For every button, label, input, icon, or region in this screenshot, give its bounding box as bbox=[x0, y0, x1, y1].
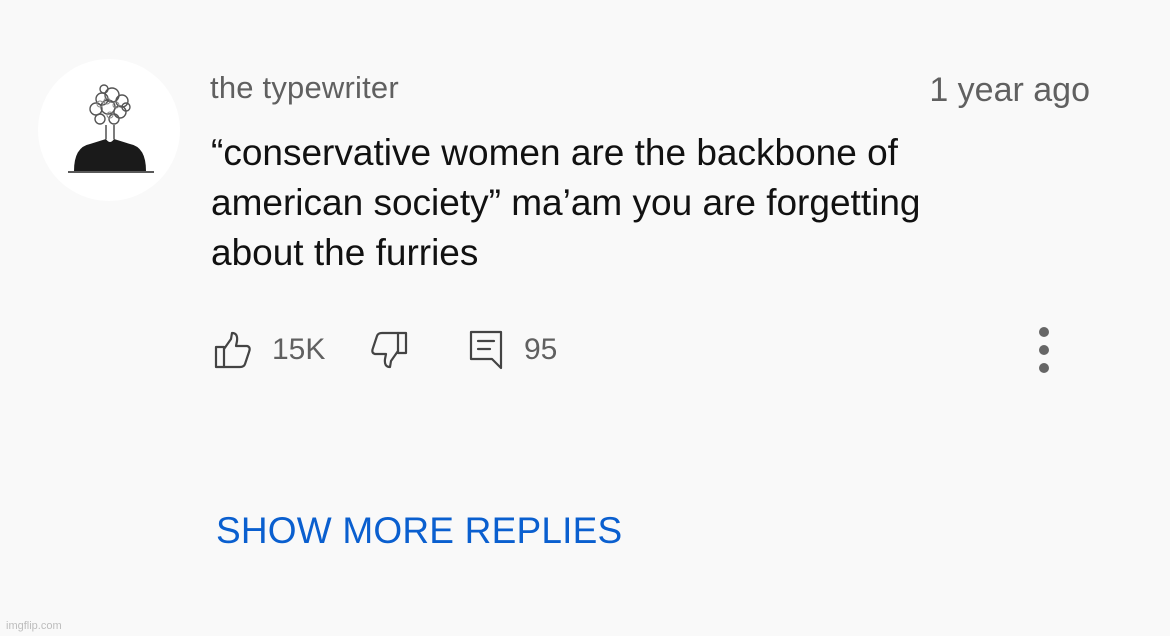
more-vertical-icon bbox=[1039, 327, 1049, 373]
dislike-button[interactable] bbox=[370, 328, 408, 372]
comment-text: “conservative women are the backbone of … bbox=[211, 128, 1071, 278]
avatar-sketch-icon bbox=[68, 84, 154, 173]
thumbs-down-icon bbox=[371, 331, 408, 369]
comment-icon bbox=[469, 330, 503, 370]
watermark: imgflip.com bbox=[6, 620, 62, 632]
reply-count: 95 bbox=[524, 333, 558, 366]
comment-text-line: “conservative women are the backbone of bbox=[211, 132, 898, 173]
comment-text-line: american society” ma’am you are forgetti… bbox=[211, 182, 921, 223]
comment-text-line: about the furries bbox=[211, 232, 479, 273]
thumbs-up-icon bbox=[214, 331, 251, 369]
comment-timestamp: 1 year ago bbox=[929, 71, 1090, 109]
more-options-button[interactable] bbox=[1028, 326, 1060, 378]
author-avatar[interactable] bbox=[38, 59, 180, 201]
like-button[interactable]: 15K bbox=[214, 328, 325, 372]
comment-author[interactable]: the typewriter bbox=[210, 70, 399, 106]
show-more-replies-button[interactable]: SHOW MORE REPLIES bbox=[216, 510, 622, 552]
reply-button[interactable]: 95 bbox=[468, 328, 557, 372]
like-count: 15K bbox=[272, 333, 326, 366]
